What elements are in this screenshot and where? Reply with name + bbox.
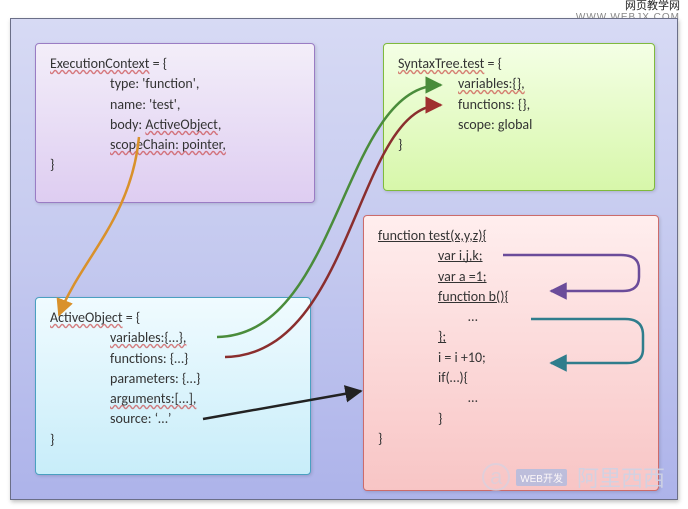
code-l7: i = i +10; [378,348,644,368]
syntax-tree-box: SyntaxTree.test = { variables:{}, functi… [383,43,655,191]
ao-params: parameters: {…} [50,369,296,389]
code-l6: }; [378,327,644,347]
st-funcs: functions: {}, [398,95,640,115]
watermark-tag: WEB开发 [516,469,567,486]
ao-source: source: ‘…’ [50,409,296,429]
ec-close: } [50,156,54,173]
code-l2: var i,j,k; [378,246,644,266]
code-l10: } [378,409,644,429]
code-l4: function b(){ [378,287,644,307]
ao-vars: variables:{…}, [50,328,296,348]
watermark-bottom: a WEB开发 阿里西西 [482,461,665,493]
diagram-canvas: ExecutionContext = { type: 'function', n… [10,18,678,500]
ao-close: } [50,431,54,448]
ec-name: name: 'test', [50,95,300,115]
ec-type: type: 'function', [50,74,300,94]
code-box: function test(x,y,z){ var i,j,k; var a =… [363,215,659,491]
code-l1: function test(x,y,z){ [378,227,487,244]
st-vars: variables:{}, [398,74,640,94]
st-title: SyntaxTree.test [398,55,484,72]
execution-context-box: ExecutionContext = { type: 'function', n… [35,43,315,203]
active-object-box: ActiveObject = { variables:{…}, function… [35,297,311,475]
ao-args: arguments:[…], [50,389,296,409]
logo-circle-icon: a [482,463,510,491]
watermark-bottom-text: 阿里西西 [577,461,665,493]
ao-funcs: functions: {…} [50,349,296,369]
ec-body: body: ActiveObject, [50,115,300,135]
code-l8: if(…){ [378,368,644,388]
st-close: } [398,136,402,153]
code-l5: … [378,307,644,327]
st-scope: scope: global [398,115,640,135]
ec-scope: scopeChain: pointer, [50,135,300,155]
watermark-top-cn: 网页教学网 [625,0,680,12]
code-l9: … [378,388,644,408]
ec-title: ExecutionContext [50,55,149,72]
code-l11: } [378,430,382,447]
ao-title: ActiveObject [50,309,123,326]
code-l3: var a =1; [378,267,644,287]
